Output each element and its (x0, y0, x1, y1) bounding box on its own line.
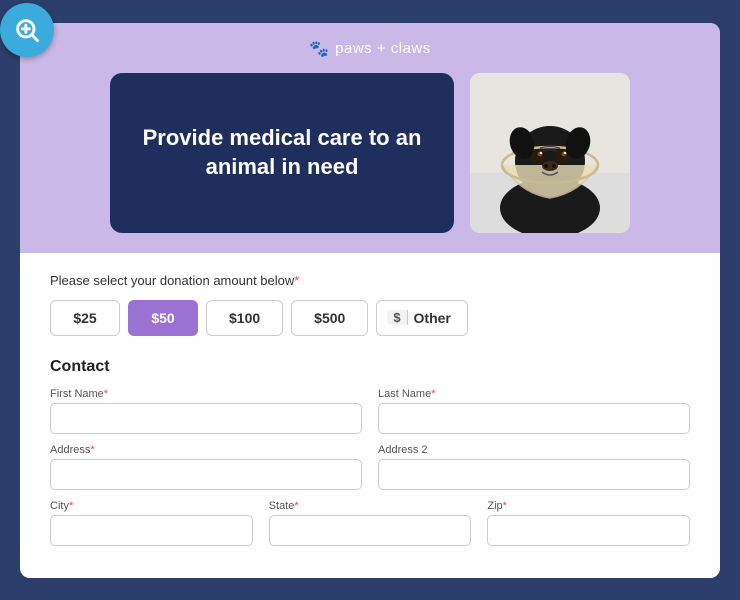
form-section: Please select your donation amount below… (20, 253, 720, 578)
address-label: Address* (50, 444, 362, 456)
last-name-input[interactable] (378, 403, 690, 434)
hero-content: Provide medical care to an animal in nee… (110, 73, 630, 233)
card: 🐾 paws + claws Provide medical care to a… (20, 23, 720, 578)
address-input[interactable] (50, 459, 362, 490)
contact-section: Contact First Name* Last Name* Address* (50, 358, 690, 546)
state-label: State* (269, 500, 472, 512)
hero-headline: Provide medical care to an animal in nee… (134, 124, 430, 181)
state-group: State* (269, 500, 472, 546)
donation-btn-25[interactable]: $25 (50, 300, 120, 336)
donation-options: $25 $50 $100 $500 $ Other (50, 300, 690, 336)
zoom-icon[interactable] (0, 3, 54, 57)
address2-label: Address 2 (378, 444, 690, 456)
hero-section: 🐾 paws + claws Provide medical care to a… (20, 23, 720, 253)
zip-input[interactable] (487, 515, 690, 546)
city-state-zip-row: City* State* Zip* (50, 500, 690, 546)
address-group: Address* (50, 444, 362, 490)
required-marker: * (294, 273, 299, 288)
hero-text-box: Provide medical care to an animal in nee… (110, 73, 454, 233)
first-name-group: First Name* (50, 388, 362, 434)
address2-group: Address 2 (378, 444, 690, 490)
zip-group: Zip* (487, 500, 690, 546)
hero-dog-image (470, 73, 630, 233)
donation-btn-50[interactable]: $50 (128, 300, 198, 336)
donation-label: Please select your donation amount below… (50, 273, 690, 288)
city-label: City* (50, 500, 253, 512)
other-label: Other (414, 310, 451, 326)
first-name-input[interactable] (50, 403, 362, 434)
zip-label: Zip* (487, 500, 690, 512)
contact-title: Contact (50, 358, 690, 376)
state-input[interactable] (269, 515, 472, 546)
address2-input[interactable] (378, 459, 690, 490)
donation-label-text: Please select your donation amount below (50, 273, 294, 288)
last-name-label: Last Name* (378, 388, 690, 400)
donation-btn-500[interactable]: $500 (291, 300, 368, 336)
brand-name: paws + claws (335, 40, 431, 57)
donation-btn-100[interactable]: $100 (206, 300, 283, 336)
name-row: First Name* Last Name* (50, 388, 690, 434)
donation-btn-other[interactable]: $ Other (376, 300, 468, 336)
address-row: Address* Address 2 (50, 444, 690, 490)
paws-icon: 🐾 (309, 39, 329, 59)
last-name-group: Last Name* (378, 388, 690, 434)
brand: 🐾 paws + claws (309, 39, 431, 59)
dollar-sign: $ (387, 310, 407, 325)
city-input[interactable] (50, 515, 253, 546)
city-group: City* (50, 500, 253, 546)
outer-frame: 🐾 paws + claws Provide medical care to a… (10, 13, 730, 588)
first-name-label: First Name* (50, 388, 362, 400)
